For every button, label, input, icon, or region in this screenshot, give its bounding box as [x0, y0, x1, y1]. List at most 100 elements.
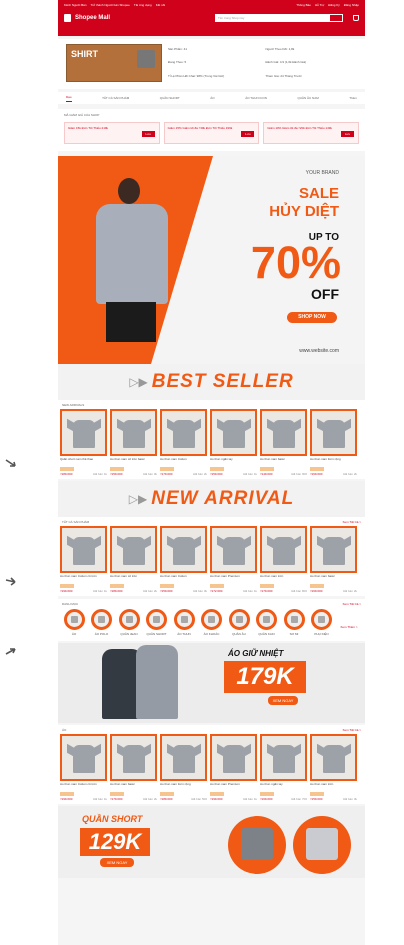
- category-image[interactable]: [201, 609, 222, 630]
- category-image[interactable]: [173, 609, 195, 630]
- product-card[interactable]: Quần short nam thể thao ₫189.000 Đã bán 1k: [60, 409, 107, 476]
- login-link[interactable]: Đăng Nhập: [344, 3, 359, 7]
- category-item[interactable]: SƠ MI: [282, 609, 306, 636]
- product-image[interactable]: [310, 409, 357, 456]
- product-name[interactable]: Quần short nam thể thao: [60, 458, 107, 466]
- notifications-link[interactable]: Thông Báo: [296, 3, 311, 7]
- help-link[interactable]: Hỗ Trợ: [315, 3, 324, 7]
- category-image[interactable]: [228, 609, 250, 630]
- category-image[interactable]: [256, 609, 277, 630]
- product-card[interactable]: Áo thun nam trơn ₫159.000 Đã bán 3k: [310, 734, 357, 801]
- tab-more[interactable]: Thêm: [349, 96, 357, 100]
- product-name[interactable]: Áo thun nam Cotton cổ tròn: [60, 575, 107, 583]
- tab-home[interactable]: Dạo: [66, 95, 72, 102]
- product-name[interactable]: Áo thun nam basic: [110, 783, 157, 791]
- see-all-link[interactable]: Xem Tất Cả >: [342, 728, 361, 732]
- product-name[interactable]: Áo thun nam basic: [260, 458, 307, 466]
- product-card[interactable]: Áo thun nam cổ tròn basic ₫159.000 Đã bán …: [110, 409, 157, 476]
- product-image[interactable]: [60, 526, 107, 573]
- product-card[interactable]: Áo thun nam Cotton cổ tròn ₫199.000 Đã bán…: [60, 526, 107, 593]
- promo-view-button[interactable]: XEM NGAY: [268, 696, 298, 705]
- product-card[interactable]: Áo thun ngắn tay ₫169.000 Đã bán 700: [260, 734, 307, 801]
- thermal-shirt-promo[interactable]: ÁO GIỮ NHIỆT 179K XEM NGAY: [58, 643, 365, 723]
- product-card[interactable]: Áo thun nam form rộng ₫169.000 Đã bán 2k: [310, 409, 357, 476]
- product-image[interactable]: [260, 734, 307, 781]
- product-card[interactable]: Áo thun nam Premium ₫199.000 Đã bán 1k: [210, 734, 257, 801]
- product-name[interactable]: Áo thun nam trơn: [310, 783, 357, 791]
- product-image[interactable]: [310, 526, 357, 573]
- promo2-view-button[interactable]: XEM NGAY: [100, 858, 134, 867]
- product-name[interactable]: Áo thun nam Premium: [210, 783, 257, 791]
- category-image[interactable]: [283, 609, 305, 630]
- category-image[interactable]: [311, 609, 332, 630]
- product-name[interactable]: Áo thun nam Cotton: [160, 458, 207, 466]
- category-more-link[interactable]: Xem Thêm >: [337, 609, 361, 636]
- product-image[interactable]: [210, 734, 257, 781]
- product-image[interactable]: [260, 526, 307, 573]
- product-image[interactable]: [160, 409, 207, 456]
- tab-trousers[interactable]: QUẦN ÂU NAM: [298, 96, 319, 100]
- see-all-link[interactable]: Xem Tất Cả >: [342, 520, 361, 524]
- product-card[interactable]: Áo thun nam Cotton cổ tròn ₫199.000 Đã bán…: [60, 734, 107, 801]
- category-image[interactable]: [146, 609, 167, 630]
- product-card[interactable]: Áo thun nam form rộng ₫189.000 Đã bán 500: [160, 734, 207, 801]
- product-name[interactable]: Áo thun nam form rộng: [160, 783, 207, 791]
- product-image[interactable]: [260, 409, 307, 456]
- category-item[interactable]: ÁO THUN: [172, 609, 196, 636]
- product-card[interactable]: Áo thun nam basic ₫169.000 Đã bán 2k: [310, 526, 357, 593]
- tab-shorts[interactable]: QUẦN SHORT: [160, 96, 180, 100]
- logo[interactable]: Shopee Mall: [75, 15, 110, 21]
- search-button[interactable]: [330, 15, 342, 21]
- shop-card[interactable]: SHIRT: [66, 44, 162, 82]
- search-input[interactable]: Tìm trong Shop này: [215, 14, 343, 22]
- tab-all-products[interactable]: TẤT CẢ SẢN PHẨM: [102, 96, 129, 100]
- product-card[interactable]: Áo thun nam Cotton ₫159.000 Đã bán 3k: [160, 526, 207, 593]
- category-item[interactable]: ÁO POLO: [90, 609, 114, 636]
- product-name[interactable]: Áo thun ngắn tay: [210, 458, 257, 466]
- category-item[interactable]: QUẦN KAKI: [255, 609, 279, 636]
- cart-icon[interactable]: [353, 15, 359, 21]
- hero-banner[interactable]: YOUR BRAND SALE HỦY DIỆT UP TO 70% OFF S…: [58, 156, 365, 364]
- category-item[interactable]: ÁO KHOÁC: [200, 609, 224, 636]
- product-name[interactable]: Áo thun nam form rộng: [310, 458, 357, 466]
- voucher-save-button[interactable]: Lưu: [141, 131, 155, 137]
- product-card[interactable]: Áo thun nam basic ₫149.000 Đã bán 900: [260, 409, 307, 476]
- tab-shirts[interactable]: ÁO: [210, 96, 214, 100]
- tab-icon-tees[interactable]: ÁO THUN ICON: [245, 96, 267, 100]
- category-image[interactable]: [91, 609, 112, 630]
- product-name[interactable]: Áo thun nam basic: [310, 575, 357, 583]
- shop-now-button[interactable]: SHOP NOW: [287, 312, 337, 323]
- download-app-link[interactable]: Tải ứng dụng: [134, 3, 152, 7]
- become-seller-link[interactable]: Trở thành Người bán Shopee: [91, 3, 130, 7]
- category-image[interactable]: [63, 609, 85, 630]
- product-card[interactable]: Áo thun nam cổ tròn ₫189.000 Đã bán 2k: [110, 526, 157, 593]
- product-card[interactable]: Áo thun nam basic ₫179.000 Đã bán 2k: [110, 734, 157, 801]
- product-name[interactable]: Áo thun nam cổ tròn: [110, 575, 157, 583]
- see-all-categories-link[interactable]: Xem Tất Cả >: [342, 602, 361, 606]
- product-image[interactable]: [60, 734, 107, 781]
- product-image[interactable]: [60, 409, 107, 456]
- product-name[interactable]: Áo thun nam cổ tròn basic: [110, 458, 157, 466]
- product-name[interactable]: Áo thun nam Premium: [210, 575, 257, 583]
- category-item[interactable]: QUẦN SHORT: [145, 609, 169, 636]
- product-name[interactable]: Áo thun nam Cotton: [160, 575, 207, 583]
- category-item[interactable]: ÁO: [62, 609, 86, 636]
- product-name[interactable]: Áo thun ngắn tay: [260, 783, 307, 791]
- voucher-save-button[interactable]: Lưu: [241, 131, 255, 137]
- product-image[interactable]: [210, 526, 257, 573]
- product-card[interactable]: Áo thun nam trơn ₫179.000 Đã bán 800: [260, 526, 307, 593]
- product-image[interactable]: [110, 734, 157, 781]
- category-item[interactable]: QUẦN ÂU: [227, 609, 251, 636]
- category-item[interactable]: QUẦN JEAN: [117, 609, 141, 636]
- connect-link[interactable]: Kết nối: [156, 3, 165, 7]
- category-item[interactable]: PHỤ KIỆN: [310, 609, 334, 636]
- product-image[interactable]: [110, 409, 157, 456]
- shopee-bag-icon[interactable]: [64, 14, 71, 22]
- seller-centre-link[interactable]: Kênh Người Bán: [64, 3, 87, 7]
- category-image[interactable]: [118, 609, 140, 630]
- product-image[interactable]: [310, 734, 357, 781]
- product-name[interactable]: Áo thun nam Cotton cổ tròn: [60, 783, 107, 791]
- product-image[interactable]: [160, 734, 207, 781]
- product-image[interactable]: [160, 526, 207, 573]
- product-name[interactable]: Áo thun nam trơn: [260, 575, 307, 583]
